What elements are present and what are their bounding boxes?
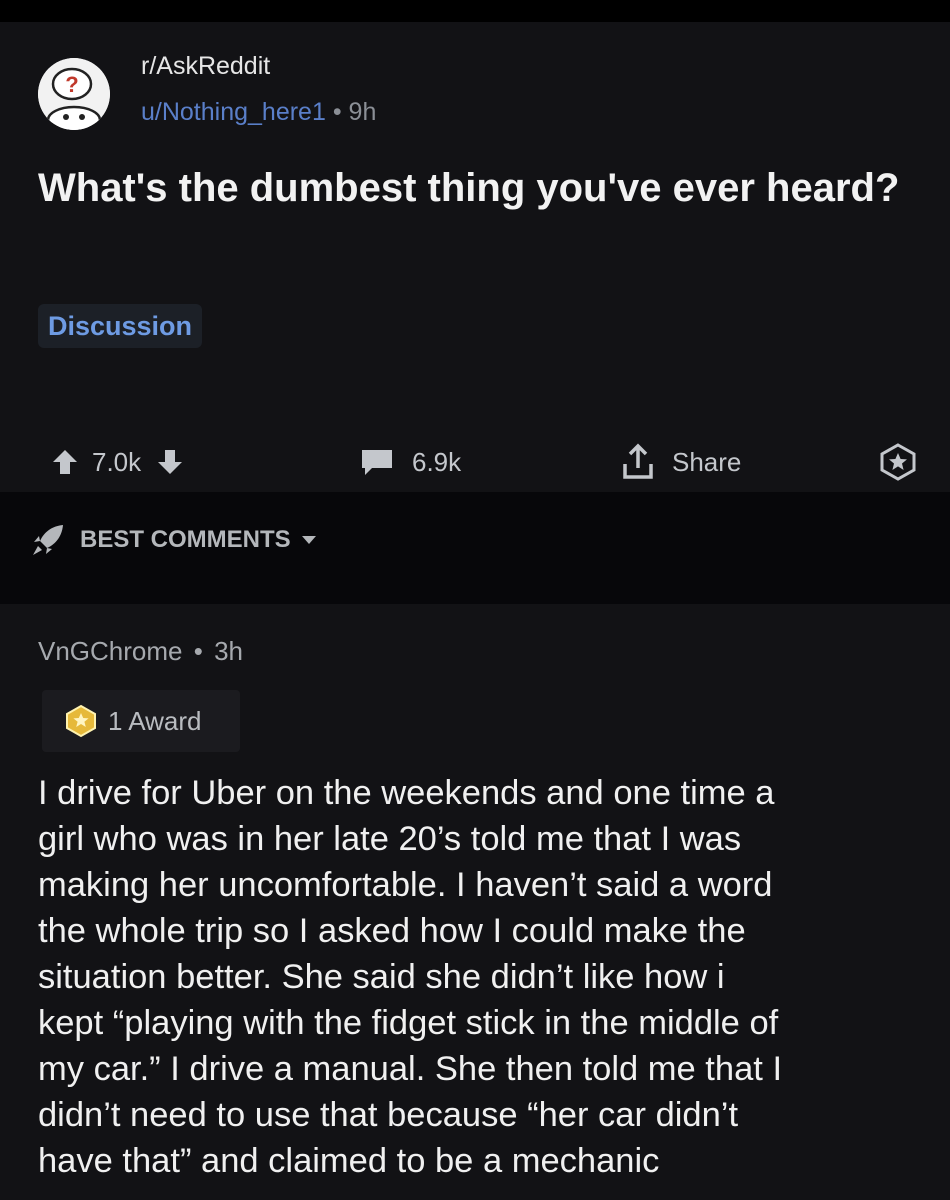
chevron-down-icon: [301, 534, 317, 546]
comment-sort-bar: BEST COMMENTS: [0, 492, 950, 604]
downvote-icon[interactable]: [155, 447, 185, 477]
comment-line: didn’t need to use that because “her car…: [38, 1096, 739, 1134]
comment-line: my car.” I drive a manual. She then told…: [38, 1050, 783, 1088]
comment-count: 6.9k: [412, 446, 462, 477]
meta-separator: •: [332, 98, 342, 126]
post-author[interactable]: u/Nothing_here1: [141, 98, 326, 126]
comment-line: I drive for Uber on the weekends and one…: [38, 774, 775, 812]
rocket-icon: [30, 522, 66, 558]
comment-age: 3h: [214, 636, 243, 666]
award-badge[interactable]: 1 Award: [42, 690, 240, 752]
subreddit-name[interactable]: r/AskReddit: [141, 52, 270, 81]
share-icon: [620, 442, 656, 482]
subreddit-avatar-icon[interactable]: ?: [38, 58, 110, 130]
post-title[interactable]: What's the dumbest thing you've ever hea…: [38, 162, 928, 214]
comment-icon: [360, 447, 394, 477]
svg-text:?: ?: [65, 72, 78, 97]
post-age: 9h: [348, 98, 377, 126]
post-actions: 7.0k 6.9k Share: [0, 437, 950, 487]
comment-line: kept “playing with the fidget stick in t…: [38, 1004, 779, 1042]
award-button[interactable]: [878, 437, 918, 487]
award-label: 1 Award: [108, 705, 202, 736]
post-flair[interactable]: Discussion: [38, 304, 203, 348]
award-medal-icon: [64, 704, 98, 738]
share-button[interactable]: Share: [620, 437, 741, 487]
top-bar: [0, 0, 950, 22]
sort-label: BEST COMMENTS: [80, 526, 291, 553]
comment-line: the whole trip so I asked how I could ma…: [38, 912, 746, 950]
award-icon: [878, 442, 918, 482]
comment-author[interactable]: VnGChrome: [38, 636, 183, 666]
sort-dropdown[interactable]: BEST COMMENTS: [30, 522, 317, 558]
comment-line: situation better. She said she didn’t li…: [38, 958, 725, 996]
comment-card: VnGChrome • 3h 1 Award I drive for Uber …: [0, 604, 950, 1200]
post-card: ? r/AskReddit u/Nothing_here1 • 9h What'…: [0, 22, 950, 492]
share-label: Share: [672, 446, 742, 477]
comment-line: girl who was in her late 20’s told me th…: [38, 820, 742, 858]
vote-group: 7.0k: [50, 437, 185, 487]
comment-meta-separator: •: [193, 636, 203, 666]
upvote-icon[interactable]: [50, 447, 80, 477]
comments-button[interactable]: 6.9k: [360, 437, 461, 487]
upvote-count: 7.0k: [92, 446, 142, 477]
comment-body: I drive for Uber on the weekends and one…: [38, 770, 928, 1184]
comment-line: have that” and claimed to be a mechanic: [38, 1142, 660, 1180]
post-meta: u/Nothing_here1 • 9h: [141, 98, 376, 127]
comment-meta: VnGChrome • 3h: [38, 636, 243, 667]
comment-line: making her uncomfortable. I haven’t said…: [38, 866, 773, 904]
